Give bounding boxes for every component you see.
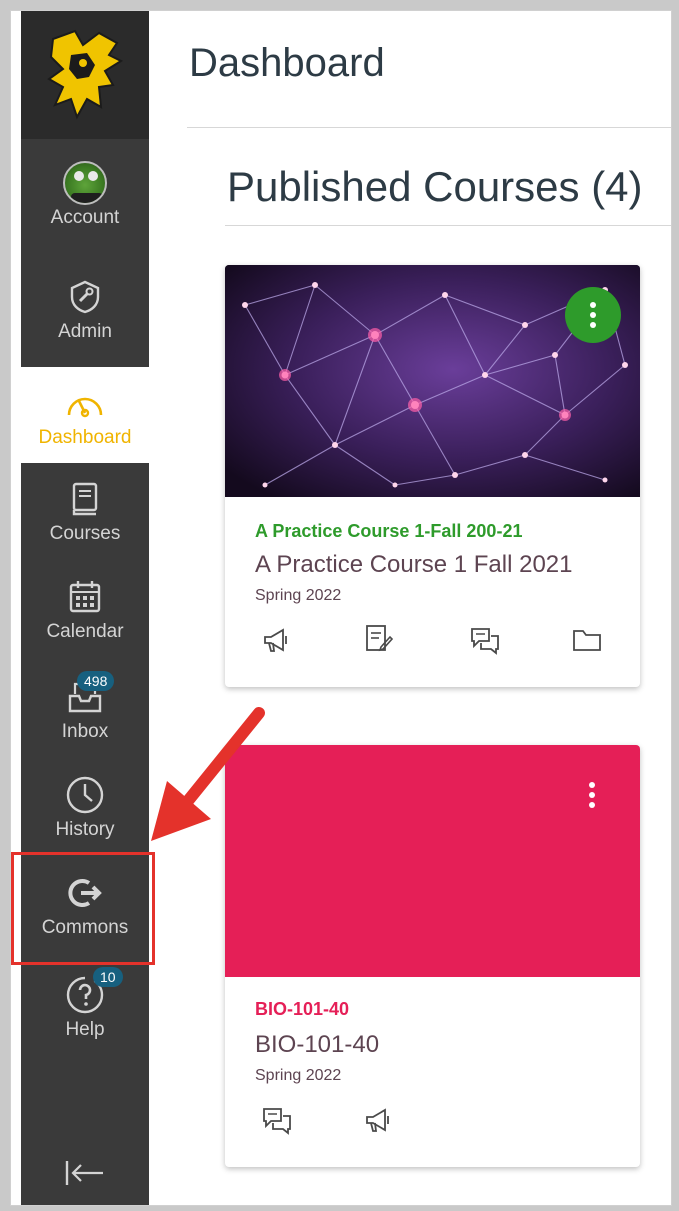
section-title: Published Courses (4): [227, 163, 643, 210]
announcements-icon[interactable]: [261, 625, 291, 660]
course-code[interactable]: BIO-101-40: [255, 999, 349, 1020]
global-navigation: Account Admin Dashboard Courses Calendar: [21, 11, 149, 1205]
nav-inbox-label: Inbox: [61, 721, 109, 742]
nav-courses[interactable]: Courses: [21, 477, 149, 545]
nav-courses-label: Courses: [49, 523, 121, 544]
shield-icon: [67, 275, 103, 319]
course-card[interactable]: BIO-101-40 BIO-101-40 Spring 2022: [225, 745, 640, 1167]
nav-account-label: Account: [50, 207, 120, 228]
nav-history[interactable]: History: [21, 773, 149, 841]
course-name[interactable]: A Practice Course 1 Fall 2021: [255, 551, 573, 579]
discussions-icon[interactable]: [261, 1105, 293, 1140]
assignments-icon[interactable]: [363, 623, 394, 660]
main-content: Dashboard Published Courses (4) A Practi…: [149, 11, 671, 1205]
announcements-icon[interactable]: [363, 1105, 393, 1140]
course-term: Spring 2022: [255, 1067, 342, 1084]
nav-help-label: Help: [65, 1019, 105, 1040]
book-icon: [70, 477, 100, 521]
course-options-button[interactable]: [577, 775, 607, 815]
course-card-image[interactable]: [225, 265, 640, 497]
course-code[interactable]: A Practice Course 1-Fall 200-21: [255, 521, 522, 542]
nav-commons[interactable]: Commons: [21, 871, 149, 939]
files-icon[interactable]: [571, 627, 603, 658]
course-card-color-block[interactable]: [225, 745, 640, 977]
page-title: Dashboard: [189, 41, 385, 85]
section-divider: [225, 225, 671, 226]
school-logo[interactable]: [21, 11, 149, 139]
nav-calendar-label: Calendar: [46, 621, 124, 642]
nav-help[interactable]: Help 10: [21, 967, 149, 1041]
nav-inbox[interactable]: Inbox 498: [21, 671, 149, 743]
clock-icon: [65, 773, 105, 817]
help-badge: 10: [93, 967, 123, 987]
annotation-arrow-icon: [151, 707, 265, 841]
course-term: Spring 2022: [255, 587, 342, 604]
nav-commons-label: Commons: [41, 917, 129, 938]
collapse-left-icon: [63, 1151, 107, 1195]
nav-admin[interactable]: Admin: [21, 275, 149, 343]
nav-history-label: History: [55, 819, 115, 840]
calendar-icon: [68, 575, 102, 619]
collapse-nav-button[interactable]: [21, 1151, 149, 1195]
commons-icon: [67, 871, 103, 915]
avatar: [63, 161, 107, 205]
discussions-icon[interactable]: [469, 625, 501, 660]
inbox-unread-badge: 498: [77, 671, 115, 691]
title-divider: [187, 127, 671, 128]
griffin-logo-icon: [47, 29, 124, 120]
nav-admin-label: Admin: [58, 321, 112, 342]
nav-dashboard[interactable]: Dashboard: [21, 367, 149, 463]
canvas-window: Account Admin Dashboard Courses Calendar: [10, 10, 672, 1206]
course-options-button[interactable]: [565, 287, 621, 343]
nav-account[interactable]: Account: [21, 161, 149, 229]
course-name[interactable]: BIO-101-40: [255, 1031, 379, 1059]
nav-calendar[interactable]: Calendar: [21, 575, 149, 643]
course-card[interactable]: A Practice Course 1-Fall 200-21 A Practi…: [225, 265, 640, 687]
nav-dashboard-label: Dashboard: [38, 427, 132, 448]
speedometer-icon: [65, 381, 105, 425]
